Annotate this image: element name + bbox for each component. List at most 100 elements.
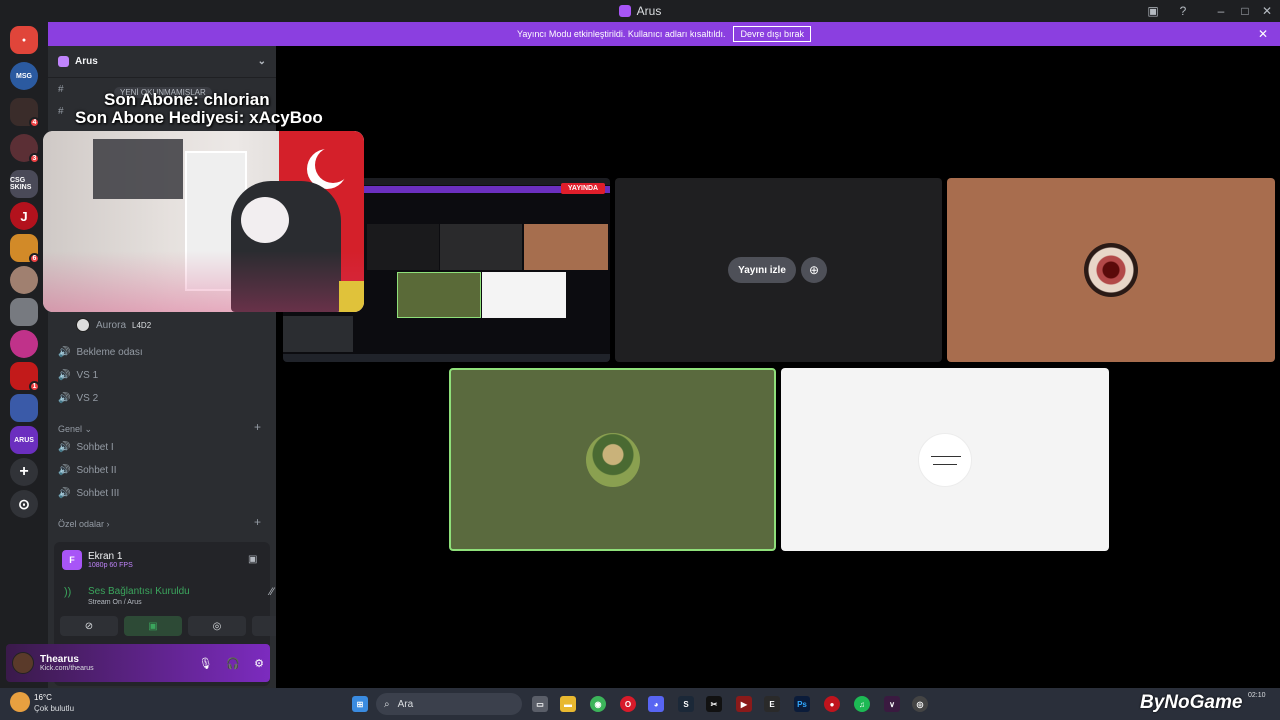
chrome-icon[interactable]: ◉ <box>590 696 606 712</box>
app-icon[interactable]: ● <box>824 696 840 712</box>
overlay-last-gift: Son Abone Hediyesi: xAcyBoo <box>75 108 323 127</box>
server-messages-icon[interactable]: MSG <box>10 62 38 90</box>
weather-icon[interactable] <box>10 692 30 712</box>
participant-tile[interactable] <box>947 178 1275 362</box>
gear-icon[interactable]: ⚙ <box>254 657 264 670</box>
voice-channel[interactable]: 🔊 VS 1 <box>58 366 98 384</box>
opera-icon[interactable]: O <box>620 696 636 712</box>
server-icon[interactable] <box>10 330 38 358</box>
text-channel[interactable]: # <box>58 102 64 120</box>
help-icon[interactable]: ? <box>1172 2 1194 20</box>
server-icon[interactable] <box>10 298 38 326</box>
minimize-button[interactable]: – <box>1210 2 1232 20</box>
app-icon[interactable]: ∨ <box>884 696 900 712</box>
file-explorer-icon[interactable]: ▬ <box>560 696 576 712</box>
disable-streamer-mode-button[interactable]: Devre dışı bırak <box>733 26 811 42</box>
obs-icon[interactable]: ◎ <box>912 696 928 712</box>
speaker-icon: 🔊 <box>58 346 71 358</box>
server-j-icon[interactable]: J <box>10 202 38 230</box>
search-placeholder: Ara <box>397 698 414 710</box>
participant-tile-speaking[interactable] <box>449 368 776 551</box>
server-arus-icon[interactable]: ARUS <box>10 426 38 454</box>
user-name: Thearus <box>40 654 79 665</box>
start-menu-icon[interactable]: ⊞ <box>352 696 368 712</box>
preview-taskbar <box>283 354 610 362</box>
microphone-icon[interactable]: 🎙 <box>198 657 212 670</box>
participant-tile[interactable] <box>781 368 1109 551</box>
screen-share-quality: 1080p 60 FPS <box>88 562 133 569</box>
window-title: Arus <box>618 4 661 18</box>
connection-status[interactable]: Ses Bağlantısı Kuruldu <box>88 586 190 597</box>
noise-suppression-icon[interactable]: ⁄⁄ <box>270 586 274 598</box>
voice-channel[interactable]: 🔊 Bekleme odası <box>58 343 143 361</box>
text-channel[interactable]: # <box>58 80 64 98</box>
voice-channel-label: Sohbet III <box>76 487 120 499</box>
popout-stream-icon[interactable]: ⊕ <box>801 257 827 283</box>
inbox-icon[interactable]: ▣ <box>1142 2 1164 20</box>
avatar <box>918 433 972 487</box>
weather-temp[interactable]: 16°C <box>34 693 52 702</box>
activity-button[interactable]: ◎ <box>188 616 246 636</box>
discord-taskbar-icon[interactable]: ◕ <box>648 696 664 712</box>
banner-close-icon[interactable]: ✕ <box>1258 27 1268 41</box>
epic-games-icon[interactable]: E <box>764 696 780 712</box>
steam-icon[interactable]: S <box>678 696 694 712</box>
add-channel-icon[interactable]: + <box>254 420 261 434</box>
photoshop-icon[interactable]: Ps <box>794 696 810 712</box>
server-icon[interactable] <box>10 266 38 294</box>
task-view-icon[interactable]: ▭ <box>532 696 548 712</box>
server-icon[interactable] <box>10 394 38 422</box>
server-icon[interactable]: 3 <box>10 134 40 164</box>
server-label: MSG <box>16 72 32 80</box>
close-window-button[interactable]: ✕ <box>1256 2 1278 20</box>
category-ozel[interactable]: Özel odalar › <box>58 519 110 529</box>
voice-user[interactable]: Aurora L4D2 <box>76 316 151 334</box>
voice-channel[interactable]: 🔊 VS 2 <box>58 389 98 407</box>
server-label: CSG SKINS <box>10 177 32 191</box>
server-icon[interactable]: 6 <box>10 234 40 264</box>
voice-channel[interactable]: 🔊 Sohbet II <box>58 461 116 479</box>
server-icon[interactable]: 4 <box>10 98 40 128</box>
watch-stream-button[interactable]: Yayını izle <box>728 257 796 283</box>
stop-stream-icon[interactable]: ▣ <box>248 554 257 565</box>
speaker-icon: 🔊 <box>58 369 71 381</box>
light-glow <box>43 251 364 312</box>
speaker-icon: 🔊 <box>58 392 71 404</box>
desk-object <box>339 281 364 312</box>
taskbar-search[interactable]: ⌕ Ara <box>376 693 522 715</box>
preview-tile <box>367 224 439 270</box>
add-channel-icon[interactable]: + <box>254 515 261 529</box>
wall-grid <box>93 139 183 199</box>
user-avatar[interactable] <box>12 652 34 674</box>
face-line <box>933 464 957 465</box>
screen-share-button[interactable]: ▣ <box>124 616 182 636</box>
voice-channel-label: Sohbet II <box>76 464 117 476</box>
avatar <box>586 433 640 487</box>
guild-header[interactable]: Arus ⌄ <box>48 46 276 78</box>
category-genel[interactable]: Genel ⌄ <box>58 424 92 435</box>
headphones-icon[interactable]: 🎧 <box>226 657 240 670</box>
voice-channel[interactable]: 🔊 Sohbet III <box>58 484 119 502</box>
chevron-down-icon[interactable]: ⌄ <box>258 56 266 67</box>
face-line <box>931 456 961 457</box>
video-app-icon[interactable]: ▶ <box>736 696 752 712</box>
weather-desc[interactable]: Çok bulutlu <box>34 704 74 713</box>
server-csgo-skins-icon[interactable]: CSG SKINS <box>10 170 38 198</box>
explore-icon[interactable]: ⊙ <box>10 490 38 518</box>
server-rail: ● MSG 4 3 CSG SKINS J 6 1 ARUS + ⊙ <box>0 22 48 688</box>
voice-channel-label: VS 1 <box>76 369 99 381</box>
voice-channel-label: Sohbet I <box>76 441 114 453</box>
add-server-icon[interactable]: + <box>10 458 38 486</box>
preview-tile <box>482 272 566 318</box>
discord-home-icon[interactable]: ● <box>10 26 38 54</box>
preview-tile <box>524 224 608 270</box>
clock-time[interactable]: 02:10 <box>1248 692 1266 699</box>
maximize-button[interactable]: □ <box>1234 2 1256 20</box>
spotify-icon[interactable]: ♫ <box>854 696 870 712</box>
category-label: Genel <box>58 424 83 434</box>
guild-name: Arus <box>75 56 98 67</box>
capcut-icon[interactable]: ✂ <box>706 696 722 712</box>
camera-toggle-button[interactable]: ⊘ <box>60 616 118 636</box>
voice-channel[interactable]: 🔊 Sohbet I <box>58 438 114 456</box>
server-icon[interactable]: 1 <box>10 362 40 392</box>
